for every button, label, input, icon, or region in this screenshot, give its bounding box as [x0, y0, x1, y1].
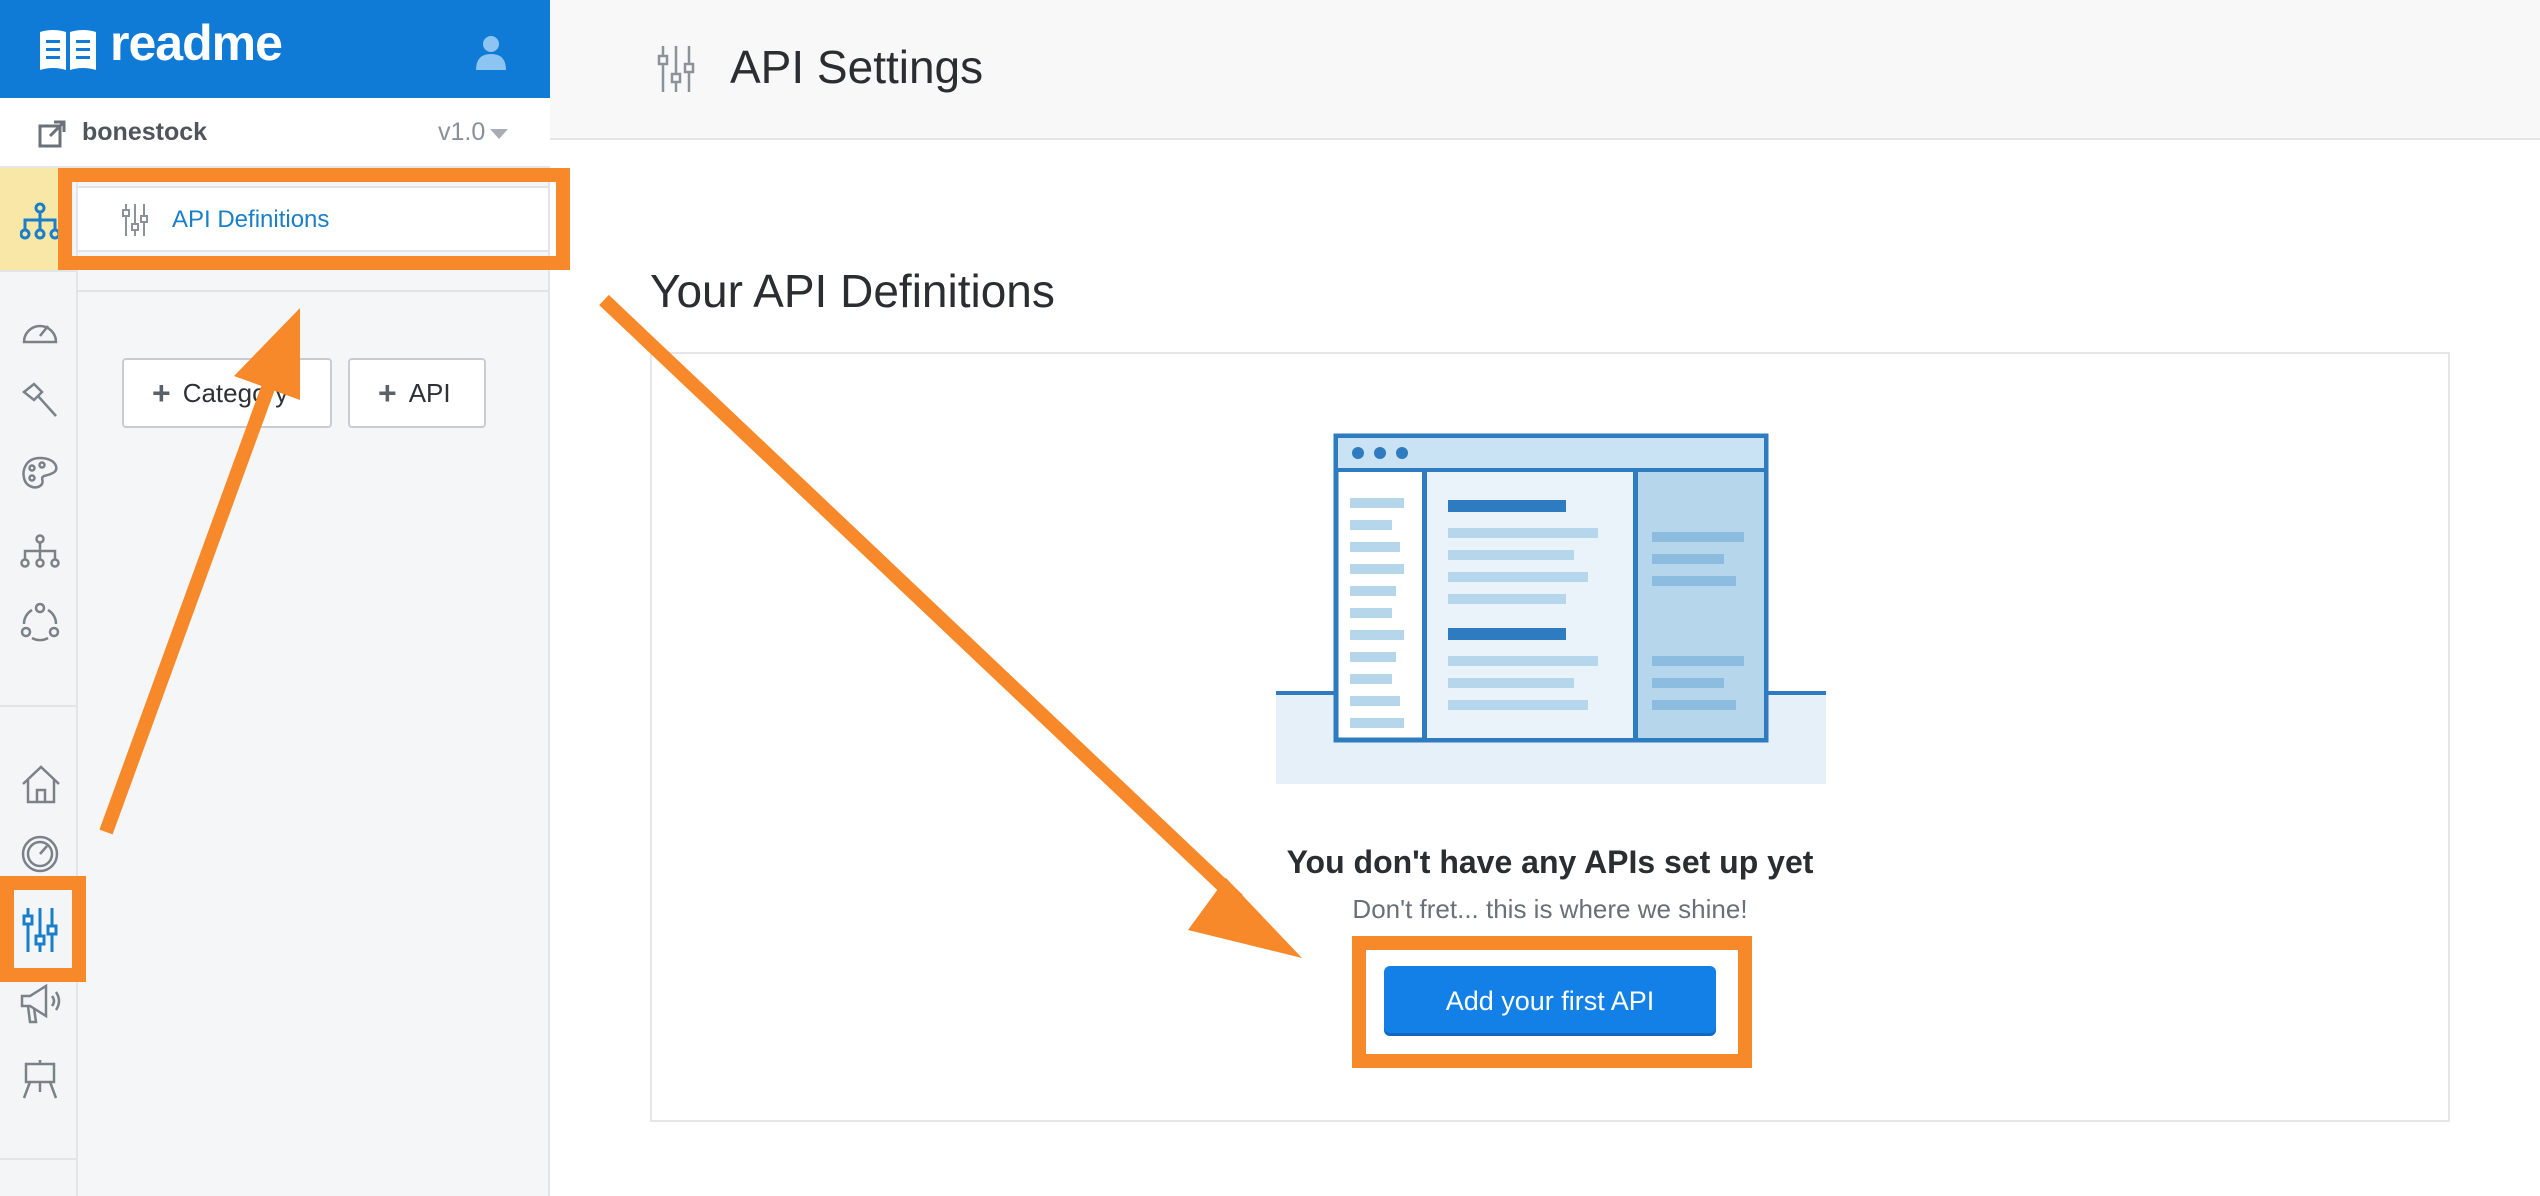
project-name[interactable]: bonestock — [82, 118, 207, 147]
plus-icon: + — [152, 375, 171, 411]
subnav-panel — [78, 168, 550, 1196]
api-docs-illustration — [1276, 433, 1826, 784]
book-logo-icon — [40, 30, 96, 70]
divider — [0, 705, 78, 707]
page-title: API Settings — [730, 41, 984, 93]
palette-icon[interactable] — [20, 456, 60, 492]
brand-logo-text[interactable]: readme — [110, 14, 283, 72]
brand-header: readme — [0, 0, 550, 98]
version-select[interactable]: v1.0 — [438, 118, 485, 147]
nav-item-api-definitions[interactable]: API Definitions — [78, 186, 548, 252]
empty-state-subtitle: Don't fret... this is where we shine! — [1352, 894, 1748, 924]
easel-icon[interactable] — [20, 1058, 60, 1100]
speedometer-icon[interactable] — [20, 834, 60, 874]
sliders-icon — [122, 204, 148, 236]
nav-item-label: API Definitions — [172, 206, 330, 233]
section-title: Your API Definitions — [650, 265, 1055, 317]
page-header: API Settings — [550, 0, 2540, 140]
home-icon[interactable] — [20, 764, 62, 804]
plus-icon: + — [378, 375, 397, 411]
divider — [0, 1158, 78, 1160]
divider — [0, 270, 78, 272]
sliders-icon[interactable] — [20, 906, 60, 954]
project-selector[interactable]: bonestock v1.0 — [0, 98, 550, 168]
add-first-api-button[interactable]: Add your first API — [1384, 966, 1716, 1036]
sliders-icon — [657, 46, 695, 92]
add-api-label: API — [408, 377, 451, 408]
megaphone-icon[interactable] — [20, 984, 64, 1024]
divider — [78, 290, 548, 292]
external-link-icon[interactable] — [38, 120, 66, 148]
api-reference-icon[interactable] — [20, 202, 60, 240]
hierarchy-icon[interactable] — [20, 534, 60, 568]
users-icon[interactable] — [20, 602, 60, 642]
hammer-icon[interactable] — [20, 382, 60, 422]
add-category-label: Category — [182, 377, 289, 408]
empty-state-title: You don't have any APIs set up yet — [1286, 844, 1814, 880]
user-icon[interactable] — [472, 34, 510, 70]
add-api-button[interactable]: + API — [348, 358, 486, 428]
metrics-icon[interactable] — [20, 312, 60, 348]
add-category-button[interactable]: + Category — [122, 358, 332, 428]
chevron-down-icon[interactable] — [490, 129, 508, 139]
